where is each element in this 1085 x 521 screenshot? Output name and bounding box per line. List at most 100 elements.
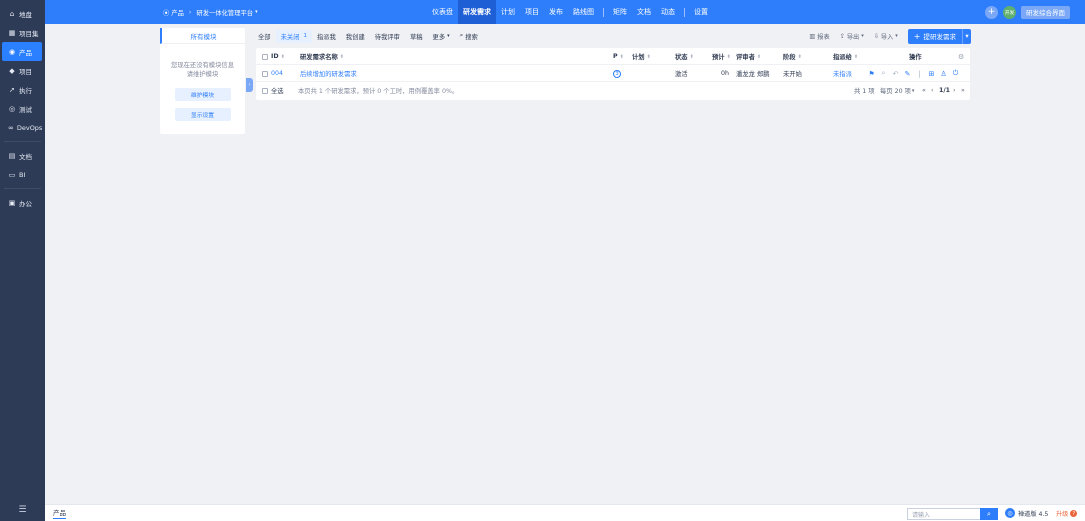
bottom-tab-product[interactable]: 产品 xyxy=(53,507,66,519)
chevron-down-icon: ▾ xyxy=(895,33,898,39)
nav-item-5[interactable]: 路线图 xyxy=(568,0,599,24)
column-header-plan[interactable]: 计划 ⬍ xyxy=(632,48,651,65)
review-icon[interactable]: ⌕ xyxy=(879,69,888,78)
nav-item-4[interactable]: 发布 xyxy=(544,0,568,24)
report-button[interactable]: ▥ 报表 xyxy=(809,32,829,41)
nav-item-2[interactable]: 计划 xyxy=(496,0,520,24)
logo-icon: ◎ xyxy=(1005,508,1015,518)
sidebar-item-1[interactable]: ▦ 项目集 xyxy=(2,23,42,42)
first-page-icon[interactable]: « xyxy=(922,82,926,99)
column-label-stage: 阶段 xyxy=(783,54,796,61)
column-label-id: ID xyxy=(271,53,279,60)
maintain-module-button[interactable]: 维护模块 xyxy=(174,88,231,101)
import-button[interactable]: ⇩ 导入 ▾ xyxy=(874,32,898,41)
version-info[interactable]: ◎ 禅道版 4.5 xyxy=(1005,508,1048,518)
upgrade-label: 升级 xyxy=(1056,511,1069,518)
breadcrumb-separator-icon: › xyxy=(188,8,192,16)
sidebar-item-7[interactable]: ▤ 文档 xyxy=(2,146,42,165)
display-settings-button[interactable]: 显示设置 xyxy=(174,108,231,121)
select-all-checkbox[interactable] xyxy=(262,82,268,99)
search-toggle[interactable]: ⌕ 搜索 xyxy=(455,30,483,43)
nav-item-7[interactable]: 文档 xyxy=(632,0,656,24)
story-table: ID ⬍ 研发需求名称 ⬍ P ⬍ 计划 ⬍ 状态 ⬍ 预计 ⬍ 评审者 ⬍ 阶段 ⬍ 指派给 ⬍… xyxy=(256,48,970,100)
filter-tab-0[interactable]: 全部 xyxy=(253,30,276,43)
sidebar-item-0[interactable]: ⌂ 地盘 xyxy=(2,4,42,23)
nav-item-3[interactable]: 项目 xyxy=(520,0,544,24)
column-settings-icon[interactable]: ⚙ xyxy=(958,48,964,65)
prev-page-icon[interactable]: ‹ xyxy=(931,82,934,99)
close-story-icon[interactable]: ⏻ xyxy=(951,69,960,78)
split-icon[interactable]: ⚑ xyxy=(867,69,876,78)
breadcrumb-root[interactable]: 产品 xyxy=(171,8,184,17)
column-header-stage[interactable]: 阶段 ⬍ xyxy=(783,48,802,65)
filter-tab-1[interactable]: 未关闭 1 xyxy=(275,29,312,43)
subdivide-icon[interactable]: ♙ xyxy=(939,69,948,78)
nav-item-6[interactable]: 矩阵 xyxy=(608,0,632,24)
column-header-estimate[interactable]: 预计 ⬍ xyxy=(712,48,731,65)
column-header-name[interactable]: 研发需求名称 ⬍ xyxy=(300,48,344,65)
add-icon[interactable]: + xyxy=(985,5,998,19)
assign-link[interactable]: 未指派 xyxy=(833,65,852,82)
sidebar-collapse-menu-icon[interactable]: ☰ xyxy=(0,505,45,515)
recall-icon[interactable]: ↶ xyxy=(891,69,900,78)
filter-tab-2[interactable]: 指派我 xyxy=(312,30,341,43)
filter-bar: 全部 未关闭 1 指派我 我创建 待我评审 草稿 更多 ▾ ⌕ 搜索 ▥ 报表 ⇪ 导出 ▾ ⇩… xyxy=(253,28,971,44)
story-name-link[interactable]: 后续增加的研发需求 xyxy=(300,65,357,82)
last-page-icon[interactable]: » xyxy=(961,82,965,99)
divider-icon: | xyxy=(918,69,921,78)
filter-tab-6[interactable]: 更多 ▾ xyxy=(428,30,455,43)
empty-message-line2: 请维护模块 xyxy=(186,71,219,78)
sidebar-item-6[interactable]: ∞ DevOps xyxy=(2,118,42,137)
priority-value: 3 xyxy=(613,69,621,78)
create-story-button-group: + 提研发需求 ▾ xyxy=(907,28,971,44)
avatar[interactable]: 开发 xyxy=(1003,5,1016,19)
chevron-down-icon: ▾ xyxy=(255,9,258,15)
sidebar-menu: ⌂ 地盘 ▦ 项目集 ◉ 产品 ◆ 项目 ➚ 执行 ◎ 测试 ∞ DevOps ▤ 文档 ▭ BI ▣ 办公 xyxy=(0,4,45,212)
nav-item-8[interactable]: 动态 xyxy=(656,0,680,24)
filter-tab-4[interactable]: 待我评审 xyxy=(370,30,405,43)
import-icon: ⇩ xyxy=(873,32,879,40)
nav-item-0[interactable]: 仪表盘 xyxy=(427,0,458,24)
sidebar-item-3[interactable]: ◆ 项目 xyxy=(2,61,42,80)
column-header-assigned[interactable]: 指派给 ⬍ xyxy=(833,48,858,65)
create-story-dropdown-icon[interactable]: ▾ xyxy=(962,28,971,44)
column-header-status[interactable]: 状态 ⬍ xyxy=(675,48,694,65)
column-label-status: 状态 xyxy=(675,54,688,61)
sidebar-item-5[interactable]: ◎ 测试 xyxy=(2,99,42,118)
per-page-selector[interactable]: 每页 20 项 ▾ xyxy=(880,82,914,99)
column-label-assigned: 指派给 xyxy=(833,54,852,61)
create-case-icon[interactable]: ⊞ xyxy=(927,69,936,78)
select-all-label[interactable]: 全选 xyxy=(271,82,284,99)
page-indicator: 1/1 xyxy=(939,87,951,94)
column-header-id[interactable]: ID ⬍ xyxy=(271,48,285,65)
sidebar-item-9[interactable]: ▣ 办公 xyxy=(2,193,42,212)
collapse-panel-handle[interactable]: ‹ xyxy=(246,78,253,92)
sidebar-item-8[interactable]: ▭ BI xyxy=(2,165,42,184)
search-icon[interactable]: ⌕ xyxy=(980,508,998,520)
edit-icon[interactable]: ✎ xyxy=(903,69,912,78)
sidebar-item-2[interactable]: ◉ 产品 xyxy=(2,42,42,61)
search-icon: ⌕ xyxy=(459,32,464,39)
test-icon: ◎ xyxy=(8,104,16,113)
nav-divider xyxy=(684,7,685,17)
chevron-down-icon: ▾ xyxy=(911,87,915,94)
filter-tab-5[interactable]: 草稿 xyxy=(405,30,428,43)
story-id[interactable]: 004 xyxy=(271,65,283,82)
create-story-button[interactable]: + 提研发需求 xyxy=(908,29,962,44)
filter-tab-label: 全部 xyxy=(258,33,271,41)
column-header-reviewer[interactable]: 评审者 ⬍ xyxy=(736,48,761,65)
next-page-icon[interactable]: › xyxy=(953,82,956,99)
nav-item-1[interactable]: 研发需求 xyxy=(458,0,496,24)
bottom-search-input[interactable]: 请输入 xyxy=(907,508,981,520)
nav-item-9[interactable]: 设置 xyxy=(689,0,713,24)
row-checkbox[interactable] xyxy=(262,65,268,82)
upgrade-link[interactable]: 升级 ? xyxy=(1056,509,1078,518)
interface-switch-button[interactable]: 研发综合界面 xyxy=(1021,5,1070,19)
column-header-priority[interactable]: P ⬍ xyxy=(613,48,624,65)
product-switcher[interactable]: 研发一体化管理平台 xyxy=(196,8,253,17)
export-button[interactable]: ⇪ 导出 ▾ xyxy=(840,32,864,41)
tab-all-modules[interactable]: 所有模块 xyxy=(160,28,245,44)
sidebar-item-4[interactable]: ➚ 执行 xyxy=(2,80,42,99)
filter-tab-3[interactable]: 我创建 xyxy=(341,30,370,43)
select-all-header-checkbox[interactable] xyxy=(262,48,268,65)
